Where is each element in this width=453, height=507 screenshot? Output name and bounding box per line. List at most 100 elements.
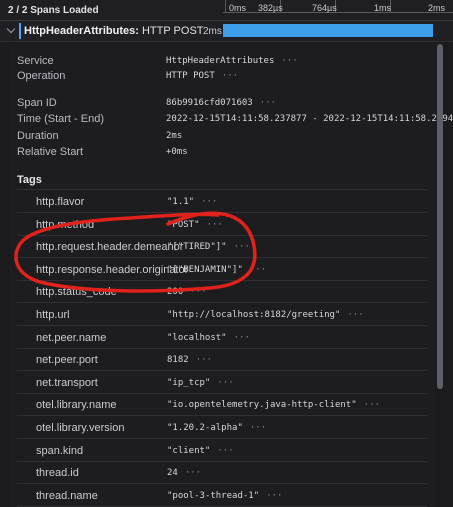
tick-label-0: 0ms (229, 3, 247, 13)
detail-label: Relative Start (17, 146, 84, 158)
span-detail-panel: Service HttpHeaderAttributes ··· Operatio… (10, 44, 453, 507)
more-options-icon[interactable]: ··· (185, 468, 201, 478)
tag-row: net.peer.port 8182 ··· (17, 348, 427, 372)
tag-key: http.status_code (36, 286, 117, 299)
tag-key: net.peer.name (36, 331, 107, 344)
scrollbar-thumb[interactable] (437, 44, 443, 389)
detail-label: Time (Start - End) (17, 113, 104, 125)
more-options-icon[interactable]: ··· (201, 197, 217, 207)
detail-label: Operation (17, 70, 66, 82)
tag-value: "["BENJAMIN"]" ··· (167, 265, 266, 275)
span-timeline-bar[interactable] (223, 24, 433, 37)
tag-value: "http://localhost:8182/greeting" ··· (167, 310, 364, 320)
tag-value-text: "1.1" (167, 197, 195, 207)
tag-key: span.kind (36, 444, 84, 457)
tag-value: "ip_tcp" ··· (167, 378, 234, 388)
tag-value: "POST" ··· (167, 220, 223, 230)
more-options-icon[interactable]: ··· (364, 400, 380, 410)
more-options-icon[interactable]: ··· (260, 98, 276, 108)
more-options-icon[interactable]: ··· (281, 56, 297, 66)
tag-value: 200 ··· (167, 287, 207, 297)
tick-mark (225, 0, 226, 12)
tag-row: http.status_code 200 ··· (17, 280, 427, 304)
tag-value-text: 8182 (167, 355, 189, 366)
tag-value: "io.opentelemetry.java-http-client" ··· (167, 400, 380, 410)
more-options-icon[interactable]: ··· (234, 242, 250, 252)
tag-row: http.flavor "1.1" ··· (17, 190, 427, 213)
chevron-down-icon[interactable] (6, 24, 16, 34)
detail-value: HttpHeaderAttributes ··· (166, 56, 298, 66)
tag-value-text: "client" (167, 445, 211, 456)
scrollbar[interactable] (437, 44, 443, 507)
tag-row: thread.name "pool-3-thread-1" ··· (17, 484, 427, 507)
tick-label-4: 2ms (428, 3, 446, 13)
tag-value: 8182 ··· (167, 355, 212, 365)
tag-key: thread.id (36, 467, 79, 480)
tick-label-3: 1ms (374, 3, 392, 13)
tag-value-text: "["BENJAMIN"]" (167, 264, 243, 275)
detail-value: HTTP POST ··· (166, 71, 239, 81)
tag-row: span.kind "client" ··· (17, 439, 427, 462)
tag-key: net.transport (36, 376, 98, 389)
tag-key: otel.library.name (36, 399, 117, 412)
tag-value-text: "localhost" (167, 332, 227, 343)
tag-key: http.response.header.originator (36, 263, 189, 276)
more-options-icon[interactable]: ··· (234, 333, 250, 343)
tag-key: http.url (36, 309, 70, 321)
span-accent-bar (19, 23, 21, 39)
tag-row: otel.library.name "io.opentelemetry.java-… (17, 393, 427, 417)
tag-key: http.method (36, 218, 95, 231)
tag-value-text: "POST" (167, 219, 200, 230)
spans-loaded-count: 2 / 2 Spans Loaded (8, 5, 99, 16)
tag-key: thread.name (36, 489, 98, 502)
tag-value: "1.20.2-alpha" ··· (167, 423, 266, 433)
more-options-icon[interactable]: ··· (250, 423, 266, 433)
span-duration: 2ms (203, 26, 222, 37)
more-options-icon[interactable]: ··· (266, 491, 282, 501)
span-row[interactable]: HttpHeaderAttributes: HTTP POST 2ms (0, 21, 453, 42)
timeline-header: 2 / 2 Spans Loaded 0ms 382µs 764µs 1ms 2… (0, 0, 453, 21)
more-options-icon[interactable]: ··· (207, 220, 223, 230)
tag-value: 24 ··· (167, 468, 201, 478)
more-options-icon[interactable]: ··· (217, 378, 233, 388)
span-name[interactable]: HttpHeaderAttributes: HTTP POST (24, 25, 204, 37)
tick-label-1: 382µs (258, 3, 283, 13)
tag-key: net.peer.port (36, 354, 98, 367)
tags-heading: Tags (17, 174, 42, 186)
tag-value: "client" ··· (167, 446, 234, 456)
detail-label: Span ID (17, 97, 57, 109)
more-options-icon[interactable]: ··· (347, 310, 363, 320)
tag-value-text: "1.20.2-alpha" (167, 423, 243, 433)
more-options-icon[interactable]: ··· (196, 355, 212, 365)
span-service-name: HttpHeaderAttributes: (24, 25, 139, 37)
tag-row: otel.library.version "1.20.2-alpha" ··· (17, 416, 427, 439)
detail-label: Service (17, 55, 54, 67)
tag-row: http.request.header.demeanor "["TIRED"]" ·… (17, 235, 427, 259)
span-operation-name: HTTP POST (141, 25, 204, 37)
tag-row: net.peer.name "localhost" ··· (17, 326, 427, 349)
tag-value: "pool-3-thread-1" ··· (167, 491, 282, 501)
tag-value: "localhost" ··· (167, 333, 250, 343)
tag-key: otel.library.version (36, 422, 125, 434)
tag-value-text: "ip_tcp" (167, 377, 211, 388)
tag-row: thread.id 24 ··· (17, 461, 427, 485)
tag-key: http.flavor (36, 196, 85, 208)
tag-value-text: "pool-3-thread-1" (167, 490, 260, 501)
tag-value-text: "http://localhost:8182/greeting" (167, 310, 341, 320)
tag-value: "1.1" ··· (167, 197, 217, 207)
tag-row: net.transport "ip_tcp" ··· (17, 371, 427, 394)
more-options-icon[interactable]: ··· (190, 287, 206, 297)
tag-row: http.method "POST" ··· (17, 213, 427, 236)
detail-value: 2022-12-15T14:11:58.237877 - 2022-12-15T… (166, 114, 453, 124)
detail-label: Duration (17, 130, 59, 142)
tag-value-text: "["TIRED"]" (167, 242, 227, 253)
tag-key: http.request.header.demeanor (36, 241, 184, 254)
tag-row: http.response.header.originator "["BENJAM… (17, 258, 427, 281)
detail-value: +0ms (166, 147, 188, 157)
more-options-icon[interactable]: ··· (222, 71, 238, 81)
trace-view: 2 / 2 Spans Loaded 0ms 382µs 764µs 1ms 2… (0, 0, 453, 507)
more-options-icon[interactable]: ··· (217, 446, 233, 456)
tag-value: "["TIRED"]" ··· (167, 242, 250, 252)
more-options-icon[interactable]: ··· (250, 265, 266, 275)
detail-value: 86b9916cfd071603 ··· (166, 98, 276, 108)
